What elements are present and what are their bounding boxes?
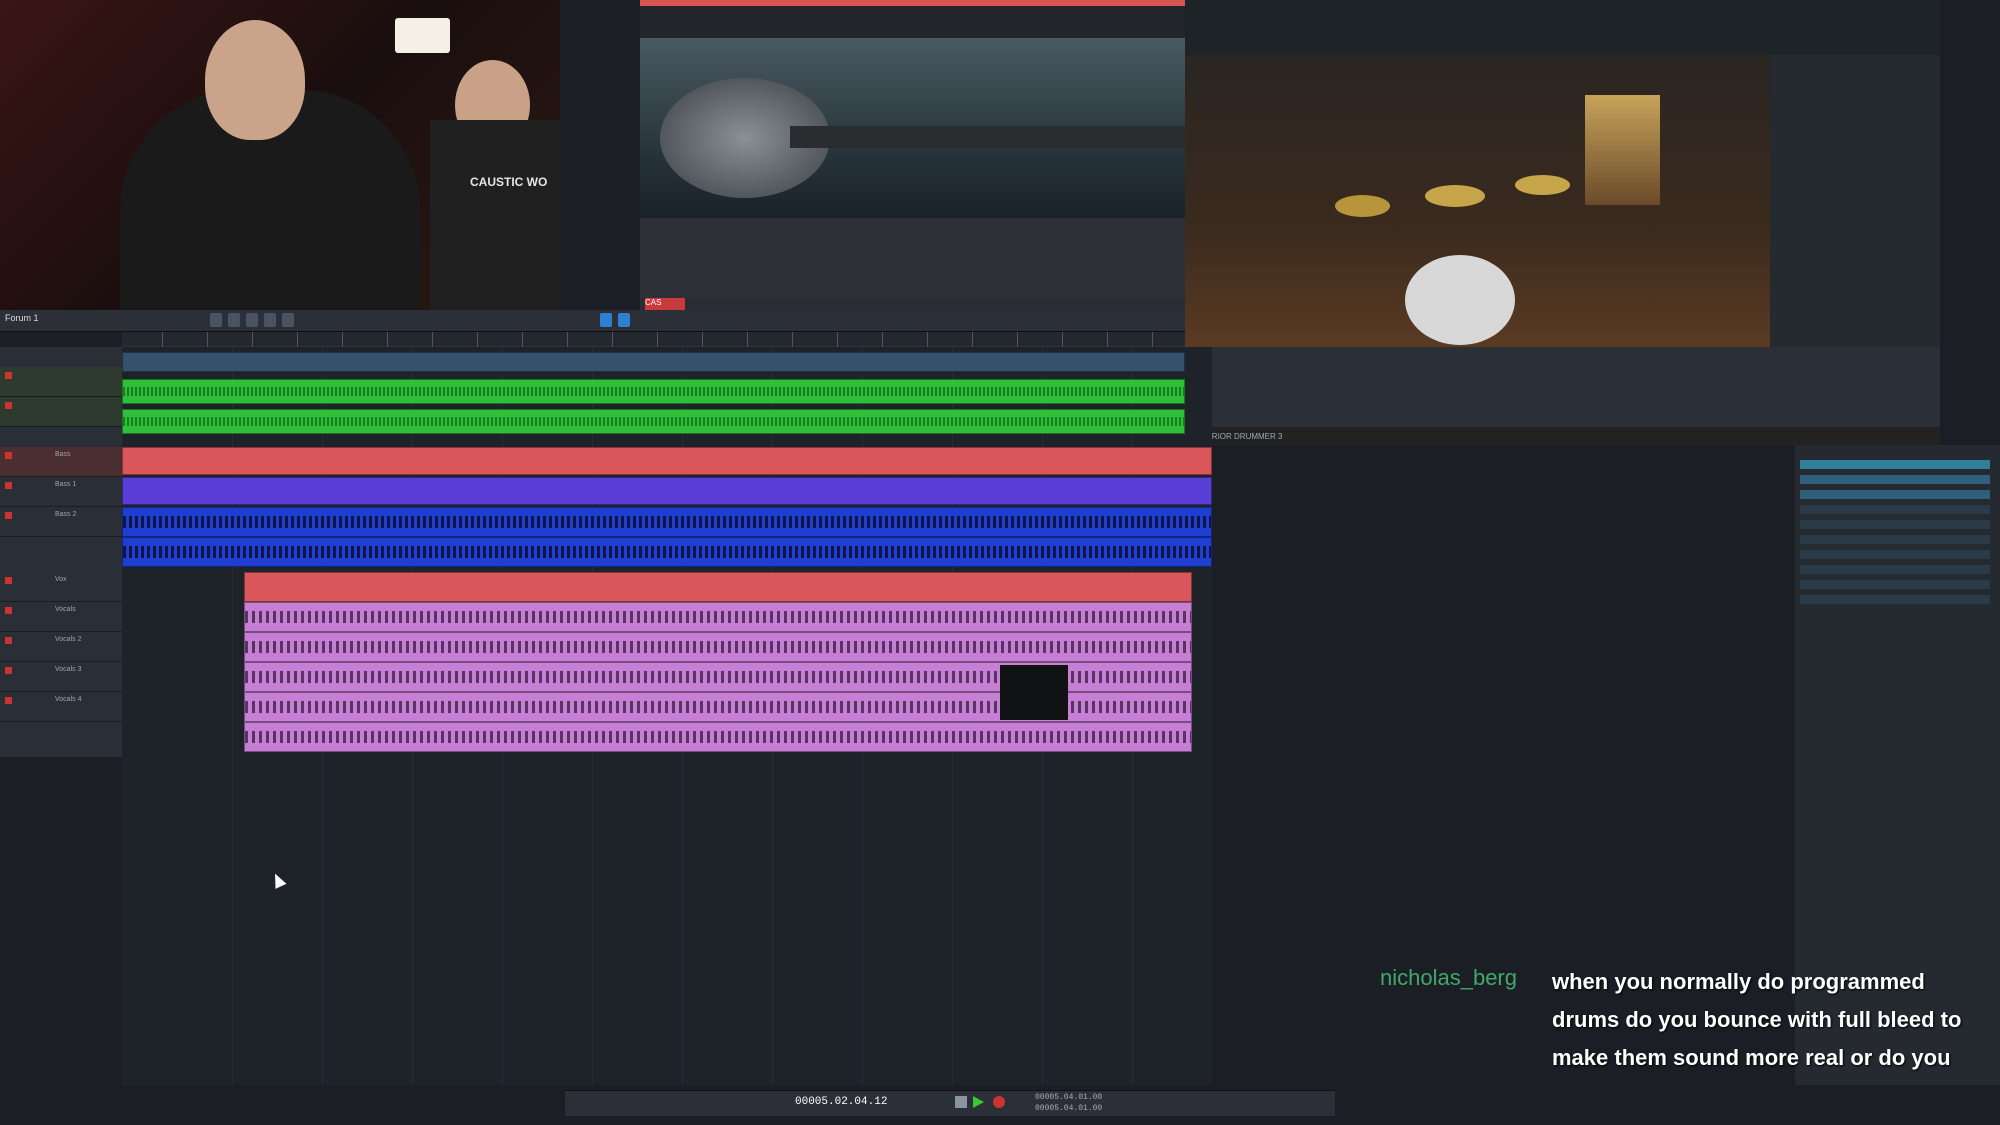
track-label: Vox xyxy=(55,576,67,583)
drum-sequencer[interactable] xyxy=(1185,347,1940,427)
track-header[interactable]: Bass 1 xyxy=(0,477,122,507)
webcam-overlay: CAUSTIC WO xyxy=(0,0,560,310)
clip[interactable] xyxy=(122,352,1185,372)
loop-start: 00005.04.01.00 xyxy=(1035,1093,1103,1102)
bass-guitar-image xyxy=(640,38,1185,218)
track-header[interactable] xyxy=(0,367,122,397)
streamer-face xyxy=(205,20,305,140)
bass-drum xyxy=(1405,255,1515,345)
track-header[interactable]: Vocals xyxy=(0,602,122,632)
loop-end: 00005.04.01.00 xyxy=(1035,1104,1103,1113)
clip[interactable] xyxy=(244,722,1192,752)
track-label: Vocals 2 xyxy=(55,636,82,643)
record-icon[interactable] xyxy=(993,1096,1005,1108)
bass-plugin-title: CAS xyxy=(645,298,685,310)
play-icon[interactable] xyxy=(973,1096,984,1108)
chat-username: nicholas_berg xyxy=(1380,965,1517,990)
timeline-ruler[interactable] xyxy=(122,332,1185,347)
split-tool-icon[interactable] xyxy=(246,313,258,327)
clip-gap xyxy=(1000,665,1068,720)
clip[interactable] xyxy=(122,409,1185,434)
transport-bar[interactable]: 00005.02.04.12 00005.04.01.00 00005.04.0… xyxy=(565,1090,1335,1116)
drum-plugin-toolbar[interactable] xyxy=(1185,0,1940,55)
quantize-toggle-icon[interactable] xyxy=(618,313,630,327)
arrangement-area[interactable] xyxy=(122,347,1212,1087)
track-label: Vocals xyxy=(55,606,76,613)
arrow-tool-icon[interactable] xyxy=(210,313,222,327)
track-header[interactable] xyxy=(0,397,122,427)
clip[interactable] xyxy=(122,537,1212,567)
track-label: Vocals 4 xyxy=(55,696,82,703)
eraser-tool-icon[interactable] xyxy=(264,313,276,327)
track-label: Vocals 3 xyxy=(55,666,82,673)
cymbal xyxy=(1335,195,1390,217)
bass-plugin-window[interactable]: CAS xyxy=(640,0,1185,312)
track-list[interactable]: Bass Bass 1 Bass 2 Vox Vocals Vocals 2 V… xyxy=(0,347,122,757)
clip[interactable] xyxy=(122,507,1212,537)
track-header[interactable]: Bass xyxy=(0,447,122,477)
range-tool-icon[interactable] xyxy=(228,313,240,327)
ring-light xyxy=(395,18,450,53)
snap-toggle-icon[interactable] xyxy=(600,313,612,327)
drum-plugin-window[interactable]: SUPERIOR DRUMMER 3 xyxy=(1185,0,1940,445)
shirt-text: CAUSTIC WO xyxy=(470,175,548,189)
clip[interactable] xyxy=(244,632,1192,662)
cymbal xyxy=(1425,185,1485,207)
track-header[interactable]: Vocals 2 xyxy=(0,632,122,662)
drum-kit-image xyxy=(1185,55,1770,347)
song-title: Forum 1 xyxy=(5,313,39,323)
paint-tool-icon[interactable] xyxy=(282,313,294,327)
clip[interactable] xyxy=(244,572,1192,602)
drum-side-panel[interactable] xyxy=(1770,55,1940,347)
track-label: Bass xyxy=(55,451,71,458)
track-header[interactable]: Bass 2 xyxy=(0,507,122,537)
plugin-controls[interactable] xyxy=(640,218,1185,298)
banner xyxy=(1585,95,1660,205)
plugin-header xyxy=(640,6,1185,38)
track-label: Bass 1 xyxy=(55,481,77,488)
track-label: Bass 2 xyxy=(55,511,77,518)
clip[interactable] xyxy=(122,379,1185,404)
guest-body xyxy=(430,120,560,310)
daw-toolbar[interactable]: Forum 1 xyxy=(0,310,1185,332)
track-header[interactable]: Vocals 4 xyxy=(0,692,122,722)
track-header[interactable]: Vocals 3 xyxy=(0,662,122,692)
guitar-neck xyxy=(790,126,1185,148)
transport-time: 00005.02.04.12 xyxy=(795,1096,888,1108)
cymbal xyxy=(1515,175,1570,195)
clip[interactable] xyxy=(122,447,1212,475)
track-header[interactable]: Vox xyxy=(0,572,122,602)
clip[interactable] xyxy=(244,602,1192,632)
stop-icon[interactable] xyxy=(955,1096,967,1108)
clip[interactable] xyxy=(122,477,1212,505)
